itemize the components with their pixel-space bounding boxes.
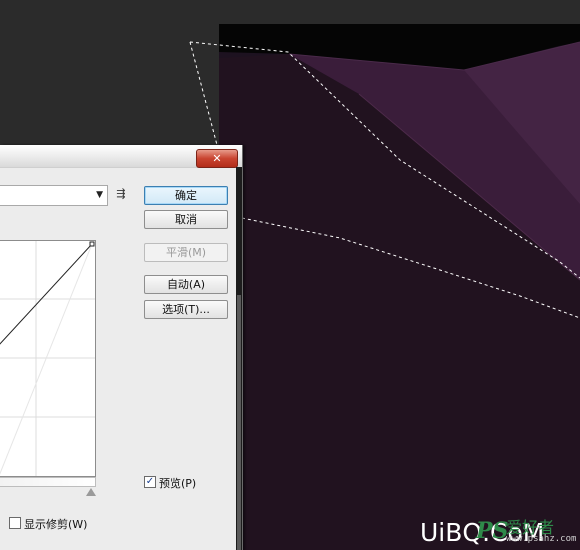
dialog-titlebar[interactable]: ✕ — [0, 145, 242, 168]
baseline-diagonal — [0, 243, 93, 475]
preview-checkbox[interactable]: ✓ — [144, 476, 156, 488]
curves-graph-svg — [0, 241, 95, 476]
slider-handle-icon[interactable] — [86, 488, 96, 496]
curve-point[interactable] — [89, 241, 95, 247]
output-gradient-bar — [0, 477, 96, 487]
chevron-down-icon: ▼ — [96, 190, 103, 200]
preset-dropdown[interactable]: ▼ — [0, 185, 108, 206]
options-button[interactable]: 选项(T)... — [144, 300, 228, 319]
document-canvas[interactable] — [219, 24, 580, 550]
watermark-site: www.psahz.com — [506, 534, 577, 544]
show-clipping-label: 显示修剪(W) — [24, 518, 88, 531]
smooth-button[interactable]: 平滑(M) — [144, 243, 228, 262]
curves-graph[interactable] — [0, 240, 96, 477]
show-clipping-checkbox[interactable] — [9, 517, 21, 529]
curve-line[interactable] — [0, 243, 93, 345]
marquee-left-edge — [189, 41, 218, 146]
preset-menu-icon[interactable]: ⇶ — [114, 187, 128, 201]
photoshop-workspace: ✕ ▼ ⇶ 确定 取消 平滑(M) 自动(A) 选项(T)... ✓ 预览(P) — [0, 0, 580, 550]
scrollbar-thumb[interactable] — [237, 295, 241, 550]
site-watermark: UiBQ.CoM PS 爱好者 www.psahz.com — [420, 512, 578, 548]
auto-button[interactable]: 自动(A) — [144, 275, 228, 294]
close-icon: ✕ — [212, 152, 222, 165]
preview-label: 预览(P) — [159, 477, 197, 490]
cancel-button[interactable]: 取消 — [144, 210, 228, 229]
close-button[interactable]: ✕ — [196, 149, 238, 168]
watermark-ps-logo: PS — [476, 518, 509, 544]
ok-button[interactable]: 确定 — [144, 186, 228, 205]
checkmark-icon: ✓ — [145, 476, 155, 487]
artwork-svg — [219, 24, 580, 550]
curves-dialog: ✕ ▼ ⇶ 确定 取消 平滑(M) 自动(A) 选项(T)... ✓ 预览(P) — [0, 145, 243, 550]
